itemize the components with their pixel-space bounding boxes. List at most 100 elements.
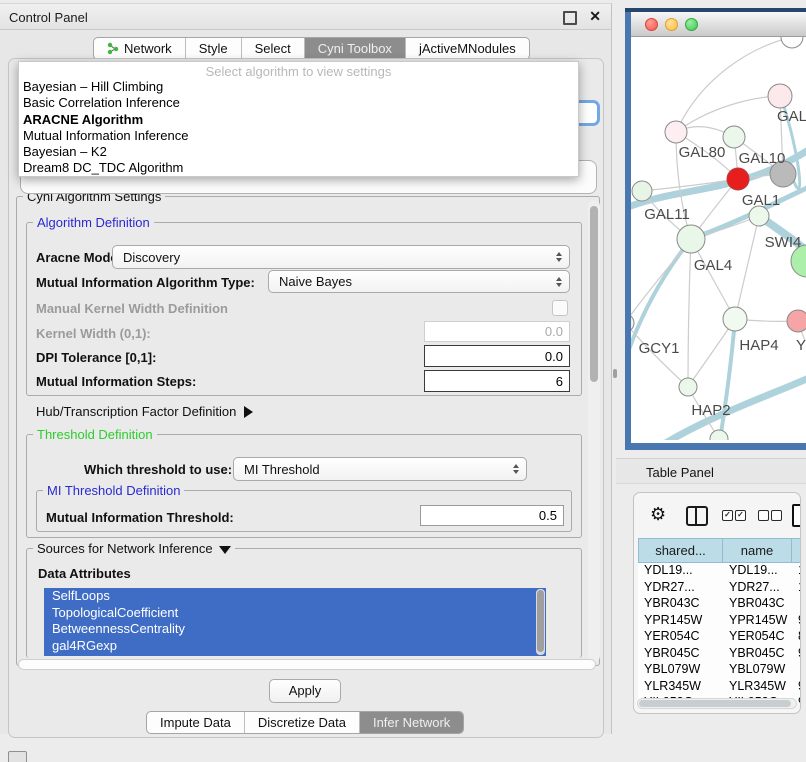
table-row[interactable]: YBR043CYBR043C [638,596,801,613]
table-horizontal-scrollbar[interactable] [637,698,797,709]
deselect-all-checkbox-icon[interactable] [758,510,769,521]
network-node[interactable] [679,378,697,396]
sources-group-title[interactable]: Sources for Network Inference [33,541,235,556]
popup-item[interactable]: Mutual Information Inference [19,128,578,144]
paste-table-icon[interactable] [792,504,801,527]
table-row[interactable]: YER054CYER054C8. [638,629,801,646]
kernel-width-input[interactable] [424,321,570,342]
node-label: SWI4 [765,234,802,251]
network-window-titlebar[interactable] [631,12,806,37]
group-title: MI Threshold Definition [43,483,184,498]
network-node-gal1[interactable] [727,168,749,190]
column-header[interactable]: name [723,538,792,563]
scrollbar-thumb[interactable] [590,206,598,382]
table-panel-card: ⚙ ✓ ✓ shared... name YDL19...YDL19...13 … [633,492,801,714]
network-node[interactable] [665,121,687,143]
node-label: GAL4 [694,257,732,274]
node-label: GAL80 [679,144,726,161]
panel-divider-handle[interactable] [613,369,617,378]
network-node[interactable] [749,206,769,226]
popup-item[interactable]: Bayesian – Hill Climbing [19,79,578,95]
table-row[interactable]: YDL19...YDL19...13 [638,563,801,580]
tab-select[interactable]: Select [241,38,304,59]
table-body: YDL19...YDL19...13 YDR27...YDR27...12 YB… [638,563,801,703]
select-all-checkbox-icon[interactable]: ✓ [722,510,733,521]
algorithm-dropdown-popup: Select algorithm to view settings Bayesi… [18,61,579,177]
tab-network[interactable]: Network [94,38,185,59]
list-item[interactable]: gal4RGexp [44,638,546,655]
columns-icon[interactable] [686,506,708,526]
table-row[interactable]: YPR145WYPR145W9. [638,613,801,630]
list-item[interactable]: BetweennessCentrality [44,621,546,638]
mi-algorithm-type-label: Mutual Information Algorithm Type: [36,275,255,290]
manual-kernel-width-checkbox[interactable] [552,300,568,316]
tab-style[interactable]: Style [185,38,241,59]
bottom-tab-bar: Impute Data Discretize Data Infer Networ… [146,711,464,734]
dpi-tolerance-input[interactable] [424,345,570,367]
node-label: Y [796,337,806,354]
node-label: HAP4 [739,337,778,354]
stepper-arrows-icon [556,252,562,262]
node-label: GAL [777,108,806,125]
network-node[interactable] [787,310,806,332]
column-header[interactable]: shared... [638,538,723,563]
tab-discretize-data[interactable]: Discretize Data [244,712,359,733]
mi-algorithm-type-combobox[interactable]: Naive Bayes [268,270,570,293]
tab-impute-data[interactable]: Impute Data [147,712,244,733]
deselect-all-checkbox-icon[interactable] [771,510,782,521]
float-window-icon[interactable] [563,11,577,25]
tab-jactivemnodules[interactable]: jActiveMNodules [405,38,529,59]
scrollbar-thumb[interactable] [639,700,791,707]
mi-steps-input[interactable] [424,370,570,392]
which-threshold-combobox[interactable]: MI Threshold [233,457,527,481]
popup-item[interactable]: Basic Correlation Inference [19,95,578,111]
hub-tf-definition-toggle[interactable]: Hub/Transcription Factor Definition [36,404,253,419]
popup-placeholder: Select algorithm to view settings [19,62,578,79]
network-canvas[interactable]: GAL GAL80 GAL10 GAL1 GAL11 SWI4 GAL4 HAP… [631,37,806,440]
network-tab-icon [107,42,119,55]
table-row[interactable]: YDR27...YDR27...12 [638,580,801,597]
aracne-mode-combobox[interactable]: Discovery [112,245,570,269]
column-header[interactable] [792,538,801,563]
select-all-checkbox-icon[interactable]: ✓ [735,510,746,521]
list-scrollbar[interactable] [536,589,545,655]
settings-horizontal-scrollbar[interactable] [18,659,596,670]
chevron-right-icon [244,406,253,418]
node-label: GCY1 [639,340,680,357]
table-row[interactable]: YBL079WYBL079W [638,662,801,679]
control-panel-tab-bar: Network Style Select Cyni Toolbox jActiv… [93,37,530,60]
settings-vertical-scrollbar[interactable] [588,200,600,662]
bottom-left-partial-icon[interactable] [8,751,27,762]
popup-item[interactable]: Bayesian – K2 [19,144,578,160]
network-node[interactable] [677,225,705,253]
control-panel-window: Control Panel ✕ Network Style Select Cyn… [0,3,612,734]
close-traffic-icon[interactable] [645,18,658,31]
gear-icon[interactable]: ⚙ [650,504,666,524]
network-node[interactable] [781,37,803,48]
mi-threshold-input[interactable] [420,505,564,526]
close-icon[interactable]: ✕ [589,8,601,25]
control-panel-titlebar: Control Panel ✕ [0,4,611,30]
application-desktop: Control Panel ✕ Network Style Select Cyn… [0,0,806,762]
tab-infer-network[interactable]: Infer Network [359,712,463,733]
zoom-traffic-icon[interactable] [685,18,698,31]
popup-item[interactable]: Dream8 DC_TDC Algorithm [19,160,578,176]
list-item[interactable]: TopologicalCoefficient [44,605,546,622]
tab-cyni-toolbox[interactable]: Cyni Toolbox [304,38,405,59]
table-row[interactable]: YLR345WYLR345W9. [638,679,801,696]
manual-kernel-width-label: Manual Kernel Width Definition [36,301,228,316]
popup-item-selected[interactable]: ARACNE Algorithm [19,112,578,128]
network-node[interactable] [710,430,728,440]
network-node[interactable] [723,126,745,148]
table-panel-title: Table Panel [646,465,714,480]
network-node[interactable] [723,307,747,331]
network-node[interactable] [768,84,792,108]
apply-button[interactable]: Apply [269,679,341,703]
table-row[interactable]: YBR045CYBR045C9. [638,646,801,663]
kernel-width-label: Kernel Width (0,1): [36,326,151,341]
network-node[interactable] [631,314,634,332]
list-item[interactable]: SelfLoops [44,588,546,605]
network-node[interactable] [632,181,652,201]
data-attributes-list[interactable]: SelfLoops TopologicalCoefficient Between… [44,588,546,656]
minimize-traffic-icon[interactable] [665,18,678,31]
